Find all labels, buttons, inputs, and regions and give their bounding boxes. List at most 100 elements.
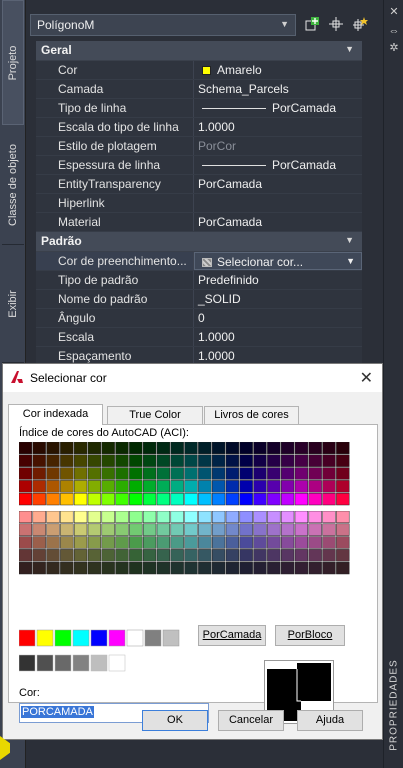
category-padrao[interactable]: Padrão ▼: [36, 232, 362, 252]
standard-colors[interactable]: [18, 628, 189, 681]
property-row-espessura-linha[interactable]: Espessura de linha PorCamada: [36, 156, 362, 175]
aci-swatch[interactable]: [46, 523, 60, 536]
aci-swatch[interactable]: [184, 467, 198, 480]
gray-color-swatch[interactable]: [72, 654, 90, 672]
aci-swatch[interactable]: [322, 511, 336, 524]
gray-color-swatch[interactable]: [54, 654, 72, 672]
aci-swatch[interactable]: [156, 480, 171, 493]
auto-hide-icon[interactable]: ⇔: [388, 25, 400, 37]
aci-swatch[interactable]: [239, 511, 253, 524]
property-row-tipo-padrao[interactable]: Tipo de padrão Predefinido: [36, 271, 362, 290]
aci-swatch[interactable]: [32, 549, 46, 562]
aci-swatch[interactable]: [170, 549, 184, 562]
aci-swatch[interactable]: [115, 492, 129, 506]
aci-swatch[interactable]: [336, 549, 350, 562]
aci-swatch[interactable]: [225, 536, 240, 549]
standard-color-swatch[interactable]: [126, 629, 144, 647]
aci-swatch[interactable]: [115, 523, 129, 536]
aci-swatch[interactable]: [170, 480, 184, 493]
aci-swatch[interactable]: [322, 536, 336, 549]
property-row-cor-preenchimento[interactable]: Cor de preenchimento... Selecionar cor...…: [36, 252, 362, 271]
aci-swatch[interactable]: [198, 454, 212, 467]
aci-swatch[interactable]: [280, 454, 295, 467]
aci-swatch[interactable]: [239, 467, 253, 480]
aci-swatch[interactable]: [198, 536, 212, 549]
aci-swatch[interactable]: [73, 480, 88, 493]
collapse-chevron-icon[interactable]: ▼: [345, 44, 354, 54]
aci-swatch[interactable]: [60, 492, 74, 506]
aci-swatch[interactable]: [225, 561, 240, 575]
aci-swatch[interactable]: [322, 467, 336, 480]
aci-swatch[interactable]: [253, 511, 267, 524]
property-row-cor[interactable]: Cor Amarelo: [36, 61, 362, 80]
byblock-button[interactable]: PorBloco: [275, 625, 345, 646]
select-objects-icon[interactable]: [328, 16, 344, 32]
tab-projeto[interactable]: Projeto: [2, 0, 24, 125]
aci-swatch[interactable]: [32, 536, 46, 549]
aci-swatch[interactable]: [184, 536, 198, 549]
aci-swatch[interactable]: [60, 523, 74, 536]
aci-swatch[interactable]: [32, 523, 46, 536]
aci-swatch[interactable]: [198, 511, 212, 524]
standard-color-swatch[interactable]: [36, 629, 54, 647]
aci-swatch[interactable]: [142, 454, 157, 467]
aci-swatch[interactable]: [308, 536, 322, 549]
aci-swatch[interactable]: [60, 536, 74, 549]
aci-swatch[interactable]: [211, 454, 226, 467]
aci-swatch[interactable]: [225, 492, 240, 506]
aci-swatch[interactable]: [253, 442, 267, 455]
property-row-escala-tipo-linha[interactable]: Escala do tipo de linha 1.0000: [36, 118, 362, 137]
aci-swatch[interactable]: [73, 523, 88, 536]
aci-swatch[interactable]: [336, 442, 350, 455]
aci-swatch[interactable]: [280, 480, 295, 493]
aci-swatch[interactable]: [32, 480, 46, 493]
aci-palette-top[interactable]: [19, 442, 351, 506]
aci-swatch[interactable]: [308, 523, 322, 536]
aci-swatch[interactable]: [129, 549, 143, 562]
aci-swatch[interactable]: [142, 523, 157, 536]
property-row-angulo[interactable]: Ângulo 0: [36, 309, 362, 328]
aci-swatch[interactable]: [308, 467, 322, 480]
aci-swatch[interactable]: [60, 454, 74, 467]
aci-swatch[interactable]: [101, 536, 115, 549]
aci-swatch[interactable]: [115, 549, 129, 562]
aci-swatch[interactable]: [170, 454, 184, 467]
aci-swatch[interactable]: [129, 536, 143, 549]
aci-swatch[interactable]: [46, 511, 60, 524]
aci-swatch[interactable]: [253, 549, 267, 562]
aci-swatch[interactable]: [267, 492, 281, 506]
object-type-select[interactable]: PolígonoM ▼: [30, 14, 296, 36]
aci-swatch[interactable]: [32, 454, 46, 467]
aci-swatch[interactable]: [308, 480, 322, 493]
property-row-escala[interactable]: Escala 1.0000: [36, 328, 362, 347]
aci-swatch[interactable]: [267, 549, 281, 562]
properties-menu-icon[interactable]: ✲: [388, 42, 400, 54]
aci-swatch[interactable]: [267, 480, 281, 493]
aci-swatch[interactable]: [170, 536, 184, 549]
aci-swatch[interactable]: [267, 536, 281, 549]
aci-swatch[interactable]: [60, 549, 74, 562]
aci-swatch[interactable]: [115, 561, 129, 575]
aci-swatch[interactable]: [19, 442, 33, 455]
aci-swatch[interactable]: [101, 511, 115, 524]
aci-swatch[interactable]: [60, 561, 74, 575]
aci-swatch[interactable]: [46, 442, 60, 455]
aci-swatch[interactable]: [87, 442, 102, 455]
aci-swatch[interactable]: [336, 492, 350, 506]
aci-swatch[interactable]: [308, 511, 322, 524]
aci-swatch[interactable]: [129, 442, 143, 455]
aci-swatch[interactable]: [198, 492, 212, 506]
aci-swatch[interactable]: [101, 561, 115, 575]
ok-button[interactable]: OK: [142, 710, 208, 731]
aci-swatch[interactable]: [308, 442, 322, 455]
aci-swatch[interactable]: [142, 442, 157, 455]
quick-select-icon[interactable]: [352, 16, 368, 32]
aci-swatch[interactable]: [46, 492, 60, 506]
aci-swatch[interactable]: [156, 442, 171, 455]
aci-swatch[interactable]: [239, 549, 253, 562]
gray-color-swatch[interactable]: [108, 654, 126, 672]
aci-swatch[interactable]: [211, 480, 226, 493]
standard-color-swatch[interactable]: [108, 629, 126, 647]
aci-swatch[interactable]: [294, 523, 309, 536]
aci-swatch[interactable]: [322, 492, 336, 506]
